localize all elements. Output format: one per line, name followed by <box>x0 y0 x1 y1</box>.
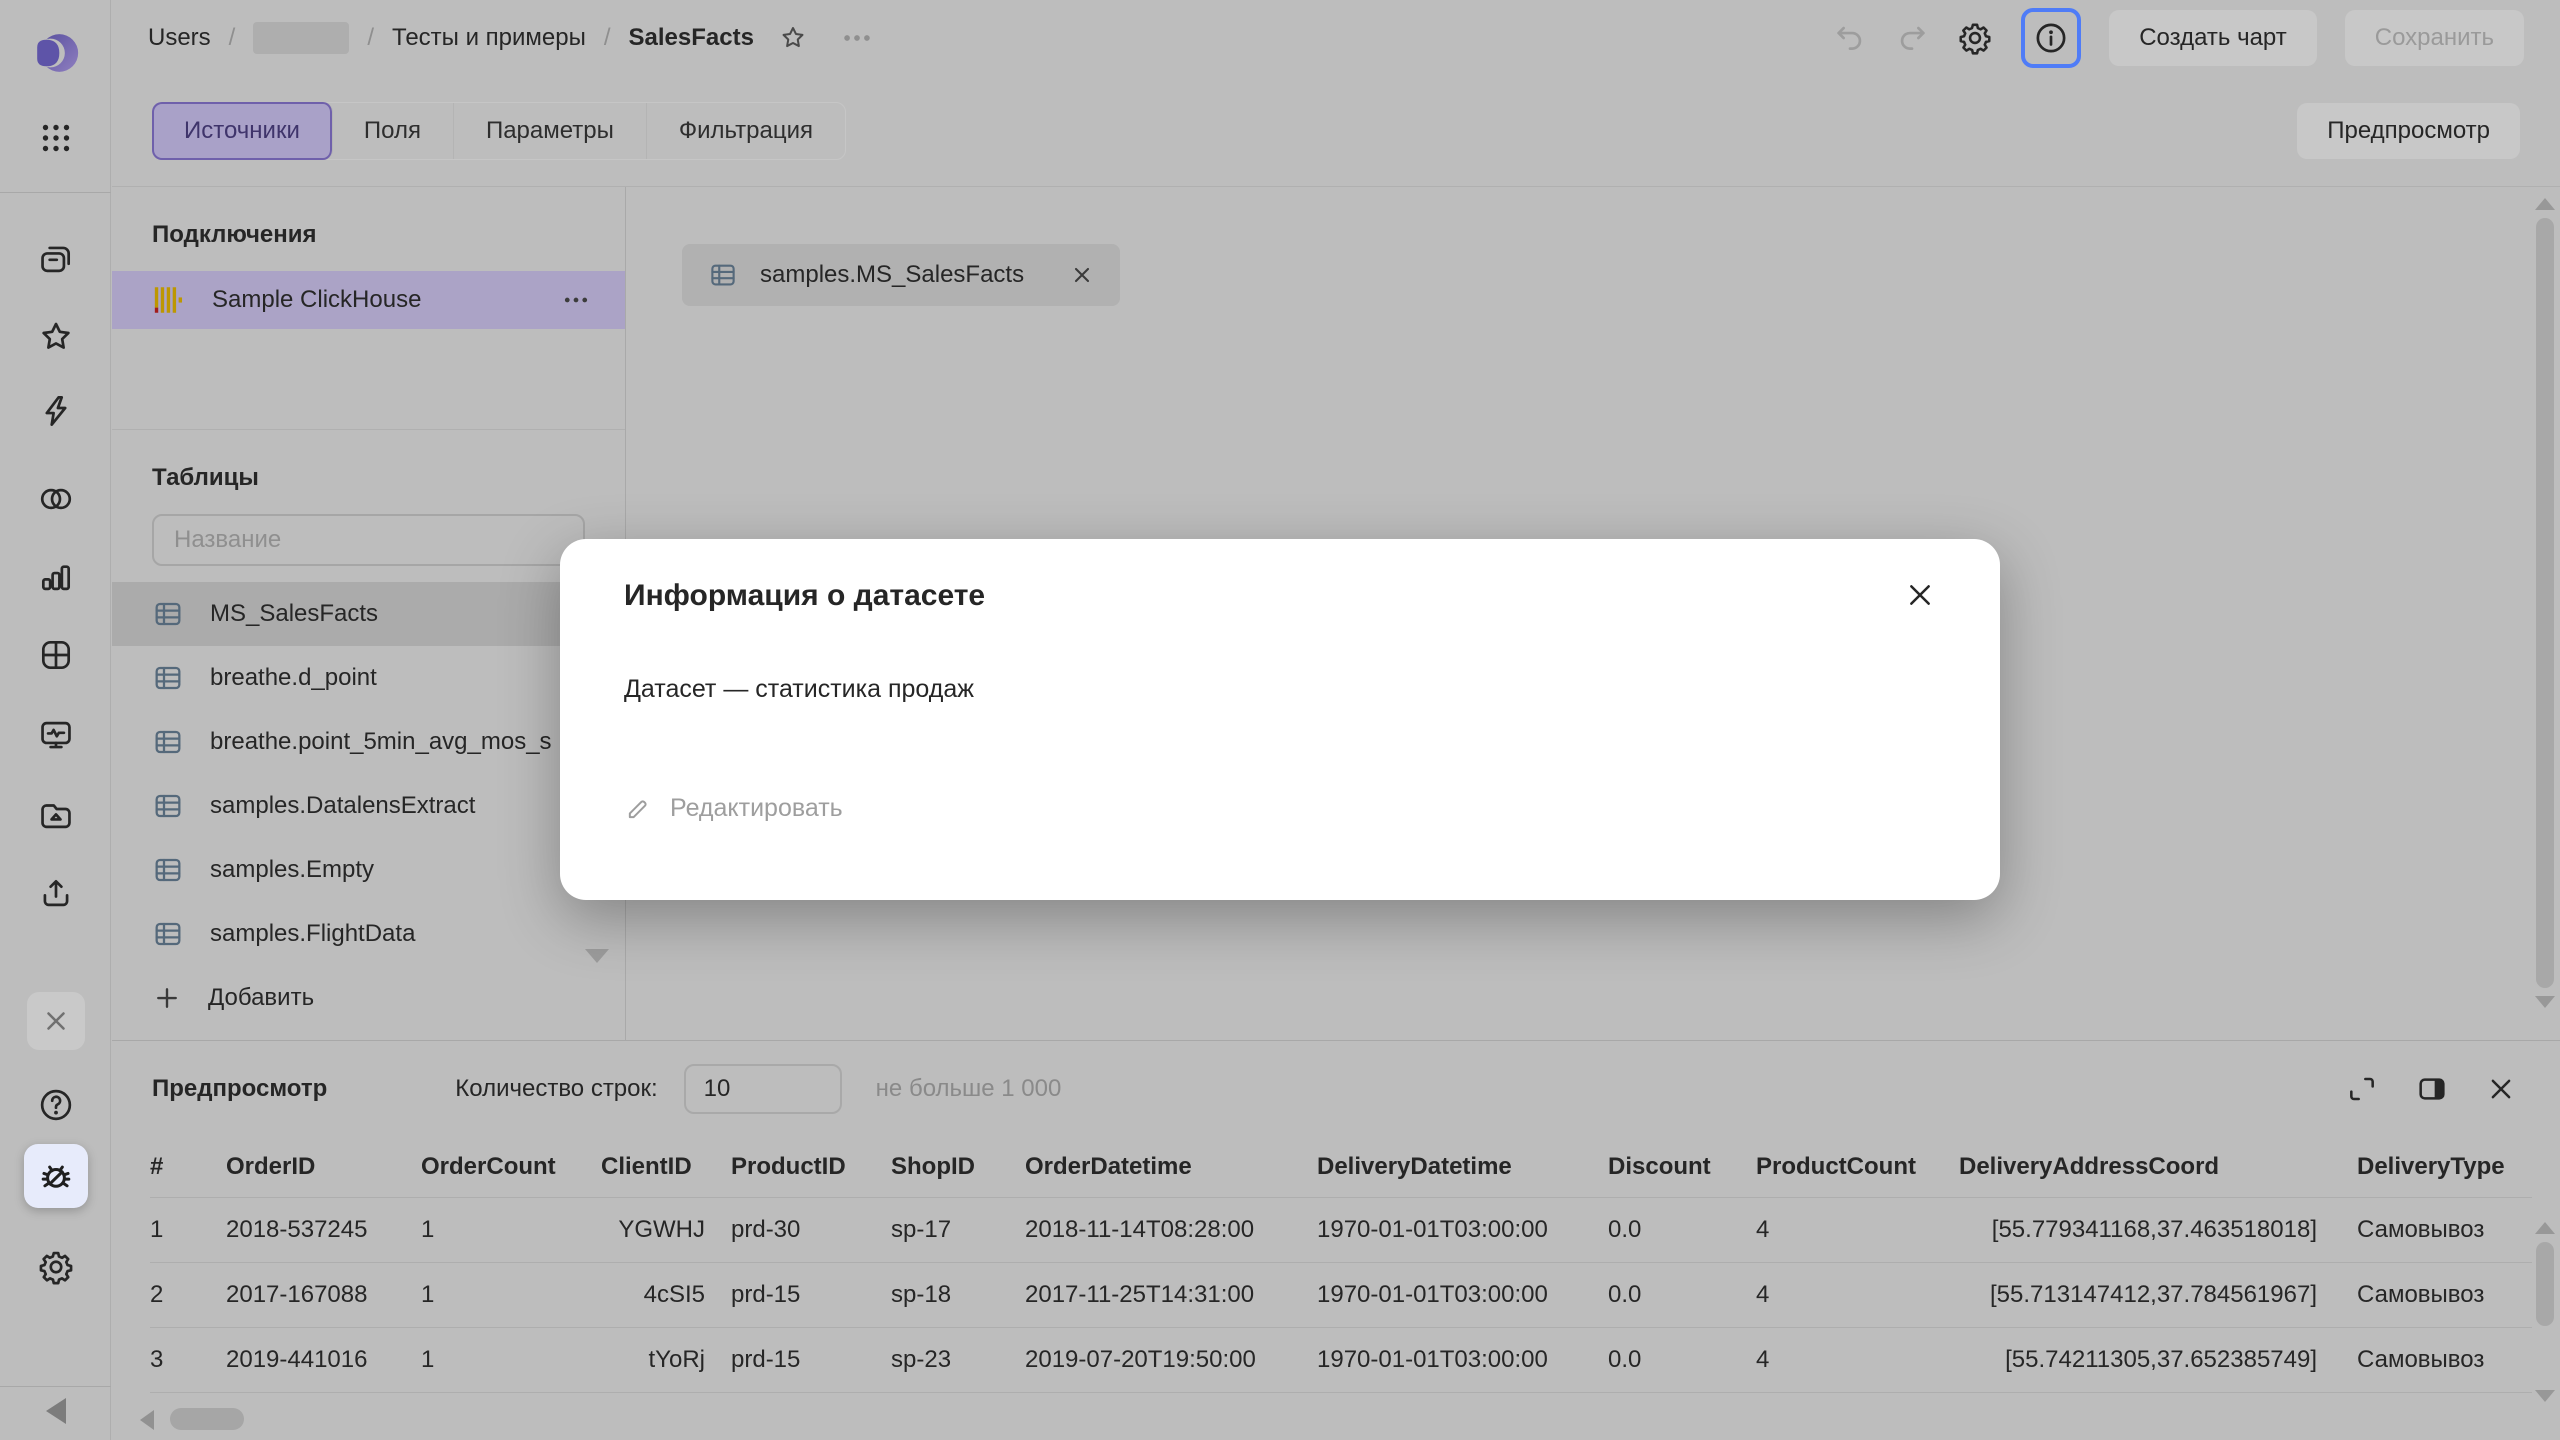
modal-close-icon[interactable] <box>1904 579 1936 611</box>
modal-title: Информация о датасете <box>624 579 985 613</box>
dataset-info-modal: Информация о датасете Датасет — статисти… <box>560 539 2000 900</box>
edit-description-button[interactable]: Редактировать <box>624 794 1936 823</box>
dataset-description: Датасет — статистика продаж <box>624 675 1936 704</box>
pencil-icon <box>624 795 652 823</box>
edit-description-label: Редактировать <box>670 794 843 823</box>
